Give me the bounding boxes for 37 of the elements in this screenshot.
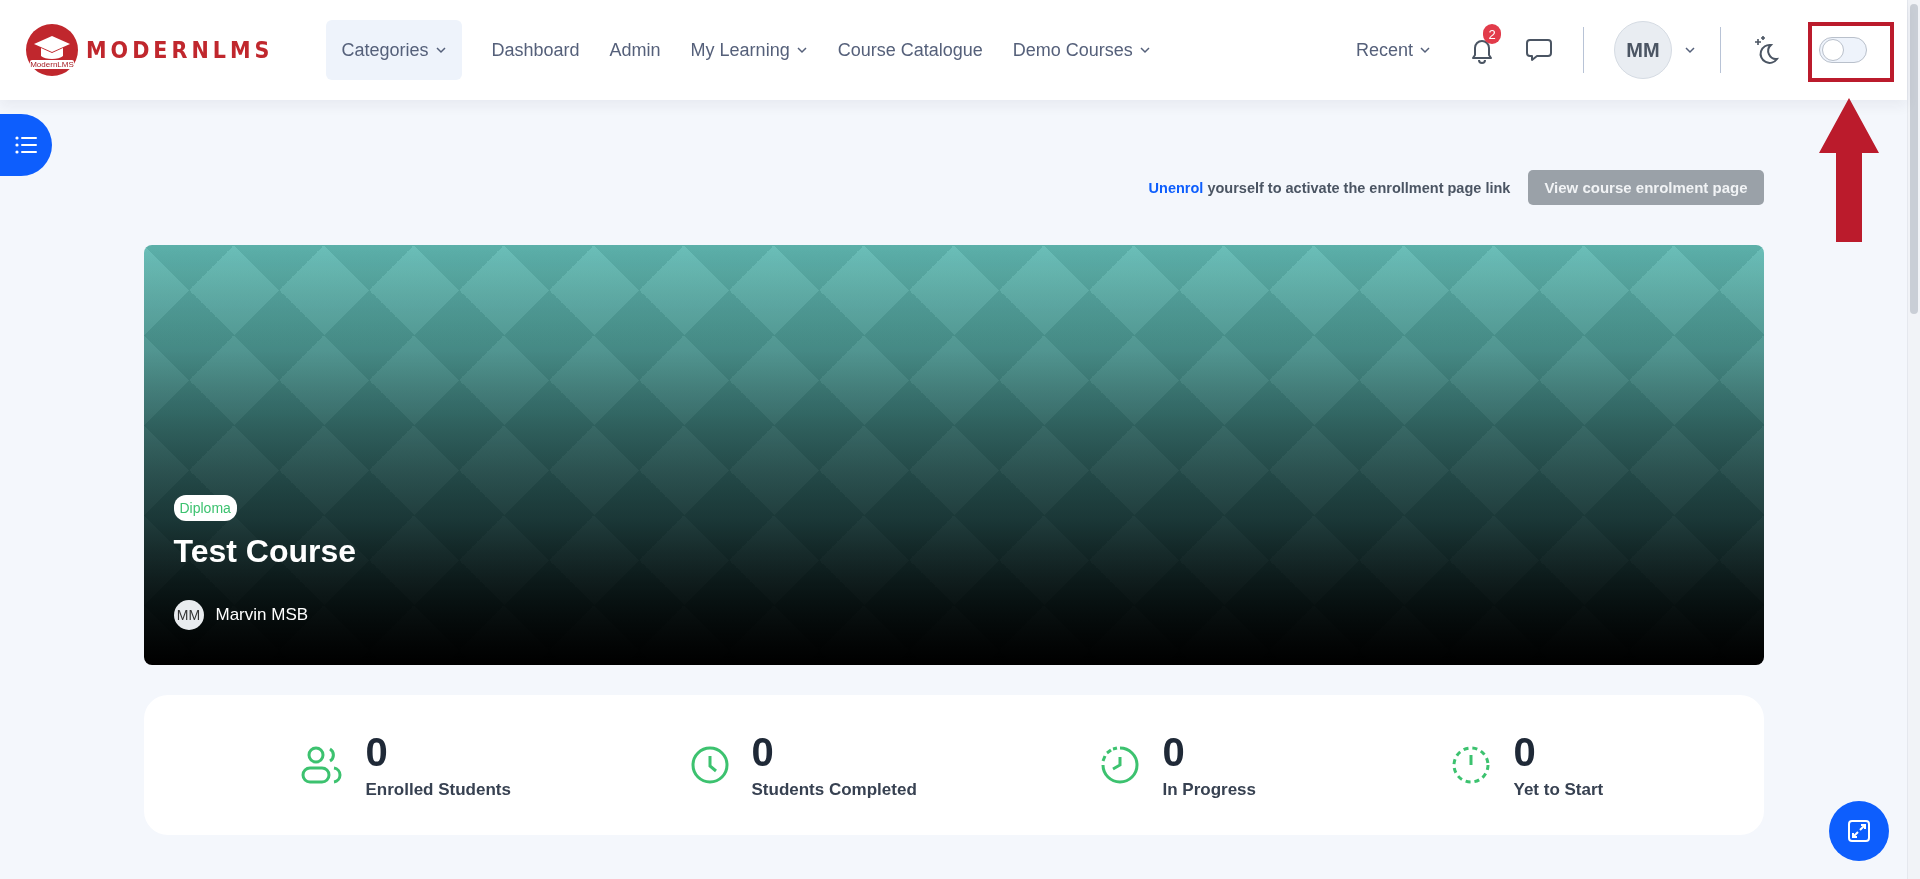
stat-value: 0 xyxy=(751,730,775,774)
course-title: Test Course xyxy=(173,533,357,570)
teacher-name: Marvin MSB xyxy=(215,605,309,625)
nav-link[interactable]: Course Catalogue xyxy=(825,20,995,80)
teacher-avatar: MM xyxy=(173,600,204,630)
users-icon xyxy=(299,745,344,785)
stat-label: Enrolled Students xyxy=(365,780,511,800)
list-icon xyxy=(15,136,37,154)
category-badge: Diploma xyxy=(173,495,237,521)
scrollbar-thumb[interactable] xyxy=(1910,4,1918,314)
expand-icon xyxy=(1847,819,1871,843)
enrol-message: Unenrol yourself to activate the enrollment page link xyxy=(1148,179,1511,196)
nav-link[interactable]: Categories xyxy=(326,20,462,80)
stat-label: Yet to Start xyxy=(1513,780,1604,800)
nav-link[interactable]: My Learning xyxy=(678,20,820,80)
nav-link[interactable]: Demo Courses xyxy=(1000,20,1163,80)
unenrol-link[interactable]: Unenrol xyxy=(1148,179,1204,196)
chat-bubble-icon[interactable] xyxy=(1525,37,1553,63)
nav-link[interactable]: Admin xyxy=(597,20,673,80)
logo-wordmark: MODERNLMS xyxy=(86,37,274,63)
user-avatar[interactable]: MM xyxy=(1614,21,1672,79)
stat-value: 0 xyxy=(365,730,389,774)
fullscreen-button[interactable] xyxy=(1829,801,1889,861)
stat-value: 0 xyxy=(1162,730,1186,774)
scrollbar[interactable] xyxy=(1907,0,1920,879)
nav-link[interactable]: Dashboard xyxy=(479,20,592,80)
chevron-down-icon[interactable] xyxy=(1684,46,1696,54)
notification-count: 2 xyxy=(1483,24,1501,44)
stat-label: Students Completed xyxy=(751,780,917,800)
recent-dropdown[interactable]: Recent xyxy=(1343,20,1443,80)
stat-value: 0 xyxy=(1513,730,1537,774)
stat-label: In Progress xyxy=(1162,780,1257,800)
sidebar-toggle-button[interactable] xyxy=(0,114,52,176)
clock-icon xyxy=(689,745,730,785)
logo-subtext: ModernLMS xyxy=(30,60,74,69)
dark-mode-toggle[interactable] xyxy=(1819,37,1867,63)
chevron-down-icon xyxy=(1419,46,1431,54)
